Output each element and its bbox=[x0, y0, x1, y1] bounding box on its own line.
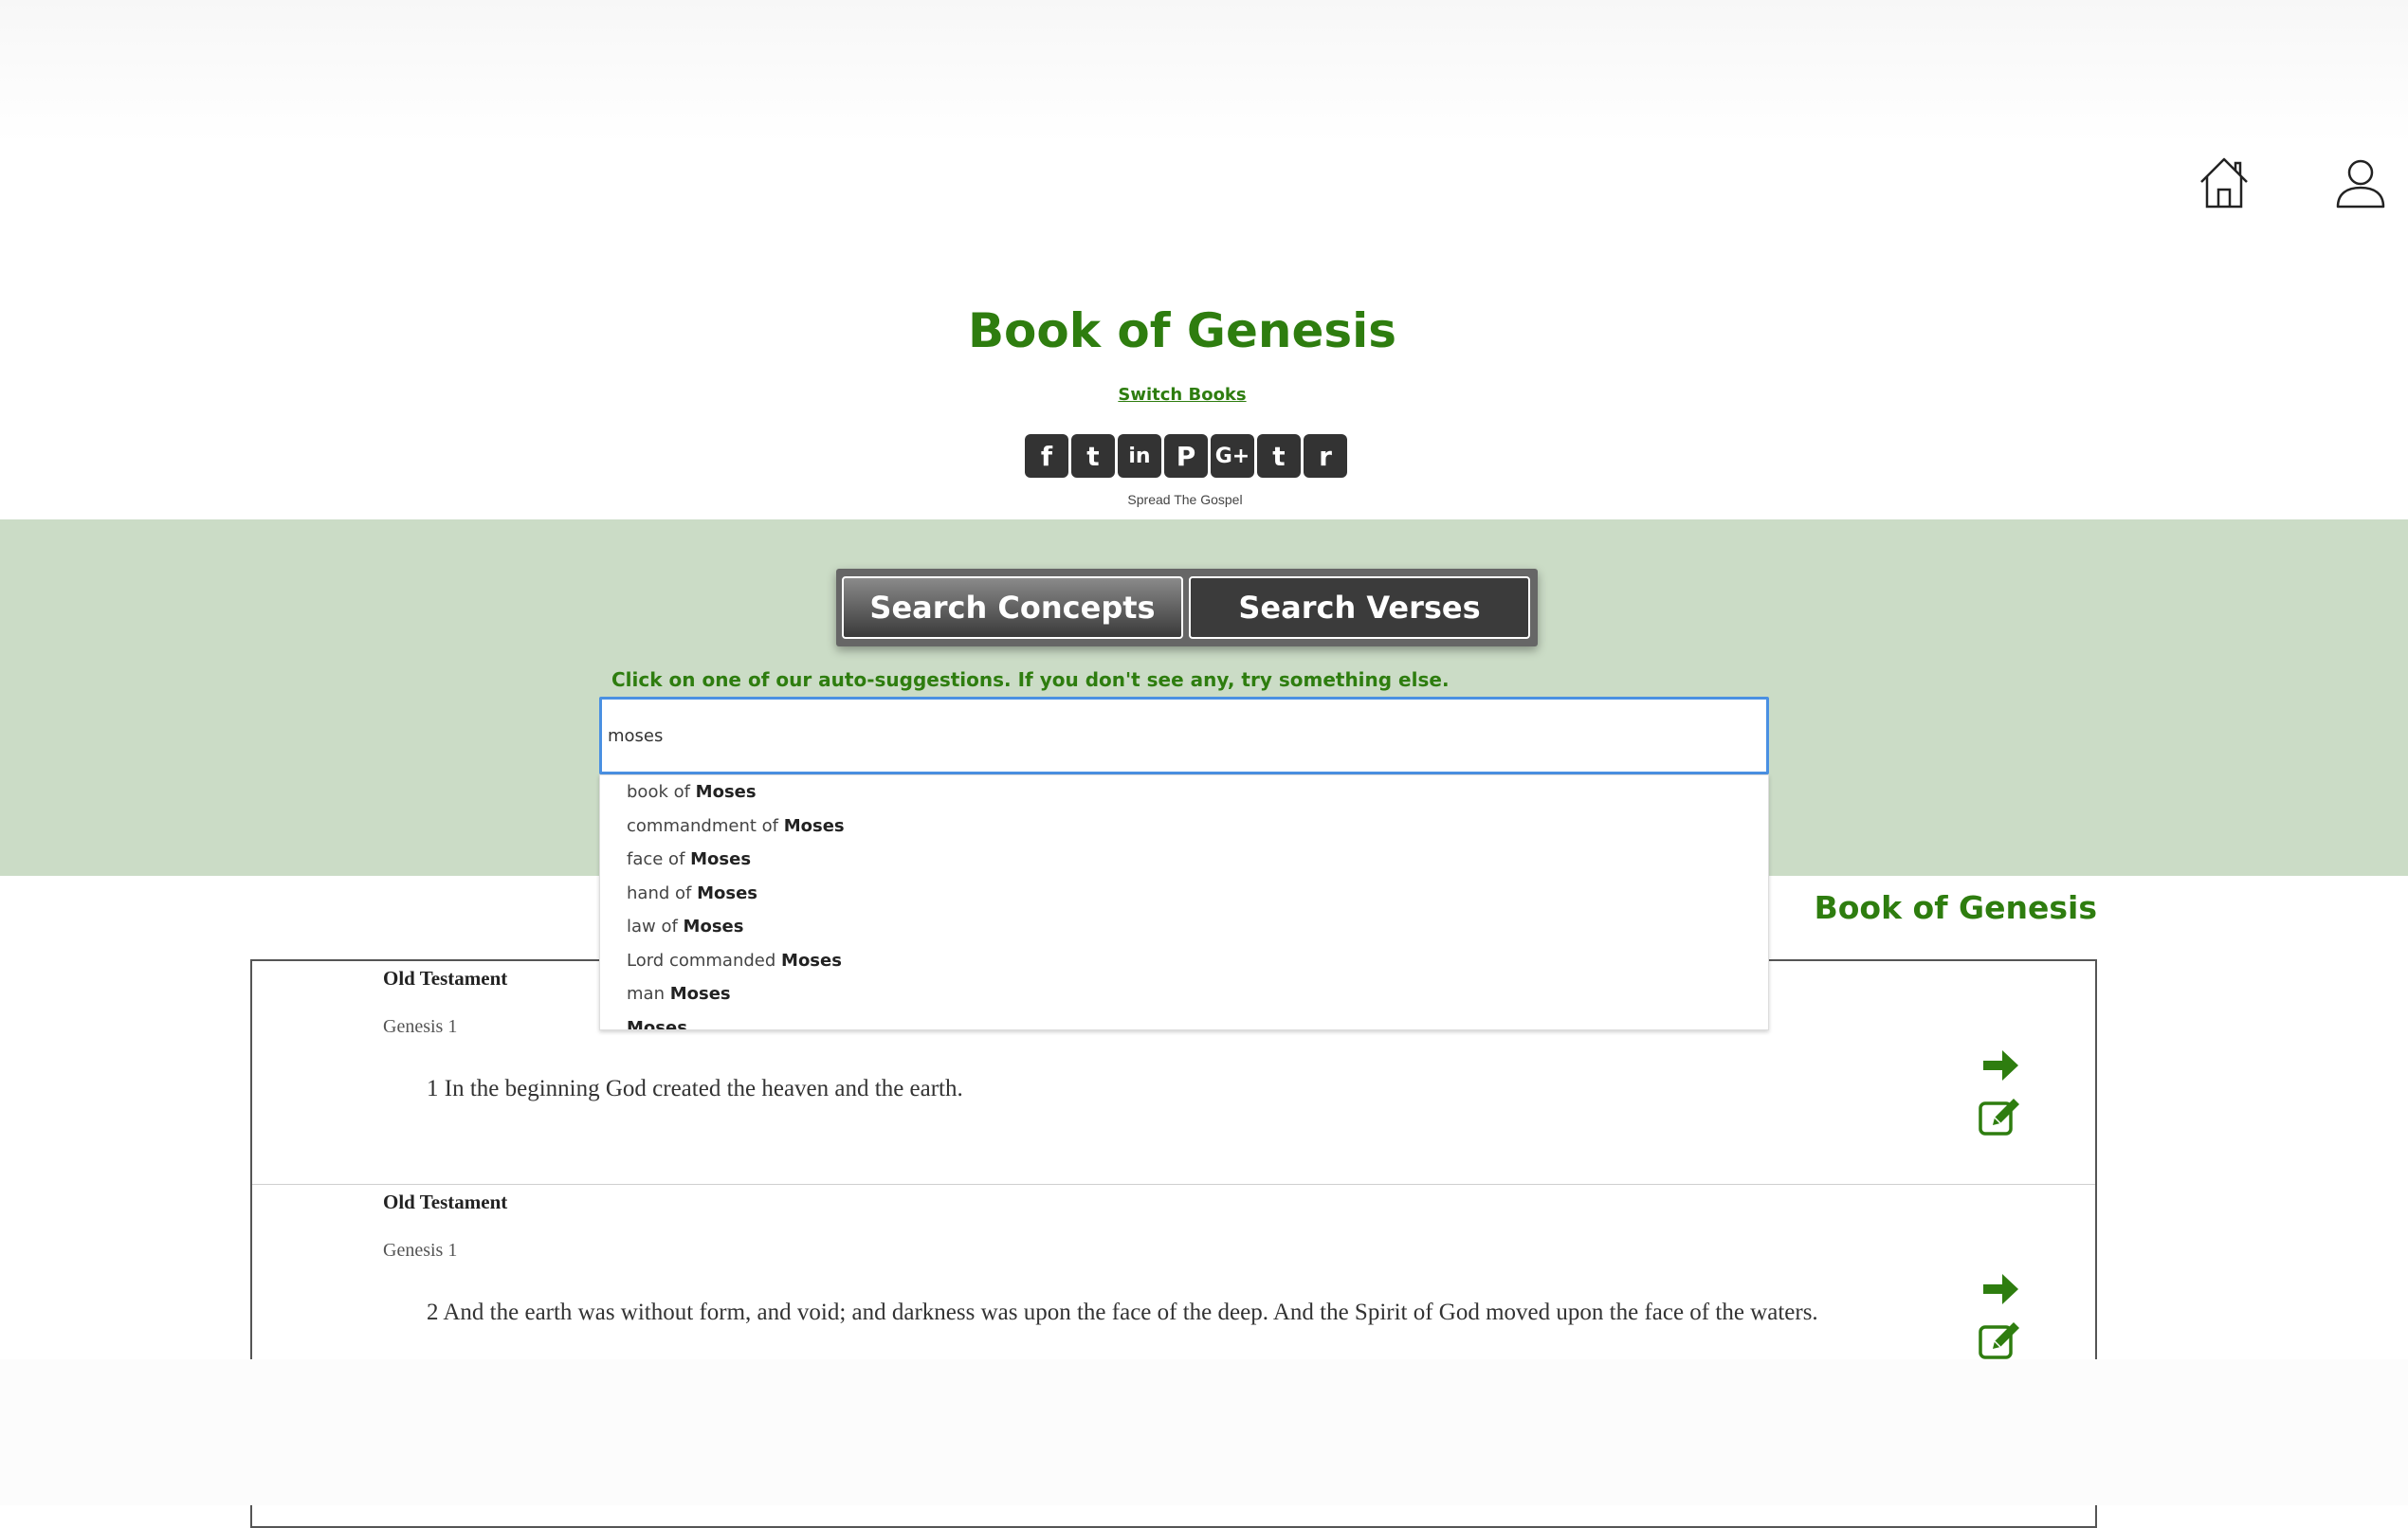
user-icon[interactable] bbox=[2332, 154, 2389, 210]
switch-books-link[interactable]: Switch Books bbox=[0, 385, 2364, 405]
verse-text: 2 And the earth was without form, and vo… bbox=[427, 1300, 1818, 1325]
suggestion-match: Moses bbox=[781, 950, 842, 971]
search-input[interactable] bbox=[599, 697, 1769, 774]
suggestion-item[interactable]: man Moses bbox=[600, 977, 1768, 1011]
verse-text: 1 In the beginning God created the heave… bbox=[427, 1076, 963, 1101]
suggestion-match: Moses bbox=[690, 849, 752, 869]
twitter-share-button[interactable]: t bbox=[1071, 434, 1115, 478]
edit-icon[interactable] bbox=[1978, 1096, 2023, 1137]
suggestion-item[interactable]: Lord commanded Moses bbox=[600, 944, 1768, 978]
chapter-label: Genesis 1 bbox=[383, 1240, 458, 1261]
pinterest-share-button[interactable]: P bbox=[1164, 434, 1208, 478]
suggestion-prefix: law of bbox=[627, 917, 684, 937]
suggestion-item[interactable]: Moses bbox=[600, 1011, 1768, 1030]
reddit-share-button[interactable]: r bbox=[1304, 434, 1347, 478]
suggestion-match: Moses bbox=[669, 984, 731, 1004]
suggestion-item[interactable]: law of Moses bbox=[600, 910, 1768, 944]
suggestion-item[interactable]: commandment of Moses bbox=[600, 809, 1768, 844]
suggestion-prefix: face of bbox=[627, 849, 691, 869]
suggestion-prefix: commandment of bbox=[627, 815, 784, 836]
suggestion-match: Moses bbox=[627, 1017, 687, 1030]
share-buttons: f t in P G+ t r bbox=[1025, 434, 1347, 478]
suggestion-prefix: book of bbox=[627, 782, 696, 802]
facebook-share-button[interactable]: f bbox=[1025, 434, 1068, 478]
suggestion-prefix: man bbox=[627, 984, 670, 1004]
arrow-right-icon[interactable] bbox=[1979, 1045, 2021, 1086]
top-banner bbox=[0, 0, 2408, 144]
tumblr-share-button[interactable]: t bbox=[1257, 434, 1301, 478]
bottom-banner bbox=[0, 1359, 2408, 1505]
chapter-label: Genesis 1 bbox=[383, 1016, 458, 1037]
suggestion-prefix: Lord commanded bbox=[627, 950, 782, 971]
suggestion-prefix: hand of bbox=[627, 882, 698, 903]
results-heading: Book of Genesis bbox=[1814, 889, 2097, 926]
linkedin-share-button[interactable]: in bbox=[1118, 434, 1161, 478]
suggestion-item[interactable]: book of Moses bbox=[600, 775, 1768, 809]
edit-icon[interactable] bbox=[1978, 1319, 2023, 1361]
google-plus-share-button[interactable]: G+ bbox=[1211, 434, 1254, 478]
share-caption: Spread The Gospel bbox=[1127, 492, 1243, 507]
suggestion-match: Moses bbox=[683, 917, 744, 937]
suggestion-match: Moses bbox=[697, 882, 757, 903]
suggestion-item[interactable]: hand of Moses bbox=[600, 877, 1768, 911]
autocomplete-list: book of Moses commandment of Moses face of… bbox=[599, 774, 1769, 1030]
search-verses-tab[interactable]: Search Verses bbox=[1189, 576, 1530, 639]
page-title: Book of Genesis bbox=[967, 303, 1397, 358]
testament-label: Old Testament bbox=[383, 1191, 508, 1213]
testament-label: Old Testament bbox=[383, 967, 508, 990]
arrow-right-icon[interactable] bbox=[1979, 1268, 2021, 1310]
search-mode-toggle: Search Concepts Search Verses bbox=[836, 569, 1538, 646]
search-hint: Click on one of our auto-suggestions. If… bbox=[611, 668, 1450, 691]
suggestion-match: Moses bbox=[695, 782, 757, 802]
suggestion-match: Moses bbox=[783, 815, 845, 836]
suggestion-item[interactable]: face of Moses bbox=[600, 843, 1768, 877]
home-icon[interactable] bbox=[2196, 154, 2253, 210]
search-concepts-tab[interactable]: Search Concepts bbox=[842, 576, 1183, 639]
